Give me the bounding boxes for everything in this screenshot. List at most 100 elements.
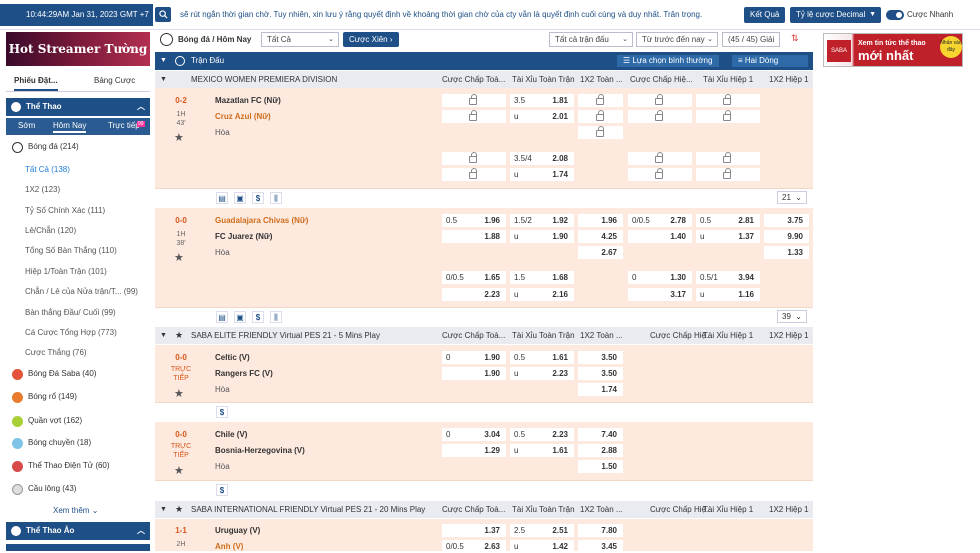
- news-ad-banner[interactable]: SABA Xem tin tức thể thao mới nhất Nhấn …: [823, 33, 963, 67]
- odds-cell[interactable]: 1.5/2 1.92: [510, 214, 574, 227]
- odds-cell[interactable]: [696, 110, 760, 123]
- odds-cell[interactable]: 1.88: [442, 230, 506, 243]
- odds-cell[interactable]: [628, 168, 692, 181]
- odds-cell[interactable]: 0/0.5 2.63: [442, 540, 506, 553]
- odds-cell[interactable]: 0 3.04: [442, 428, 506, 441]
- sub-item-all[interactable]: Tất Cả (138): [25, 165, 70, 174]
- odds-cell[interactable]: [442, 168, 506, 181]
- sub-item-correct-score[interactable]: Tỷ Số Chính Xác (111): [25, 206, 105, 215]
- favorite-star-icon[interactable]: ★: [174, 387, 184, 400]
- parlay-button[interactable]: Cược Xiên ›: [343, 32, 399, 47]
- collapse-all-icon[interactable]: ▼: [160, 52, 167, 70]
- odds-cell[interactable]: [442, 110, 506, 123]
- odds-format-select[interactable]: Tỷ lệ cược Decimal ▼: [790, 7, 881, 23]
- stats-icon[interactable]: ▤: [216, 192, 228, 204]
- odds-cell[interactable]: 2.67: [578, 246, 623, 259]
- cashout-icon[interactable]: $: [216, 406, 228, 418]
- live-tracker-icon[interactable]: ▣: [234, 311, 246, 323]
- odds-cell[interactable]: 1.33: [764, 246, 809, 259]
- odds-cell[interactable]: 9.90: [764, 230, 809, 243]
- favorite-star-icon[interactable]: ★: [175, 327, 183, 344]
- sub-item-outright[interactable]: Cược Thắng (76): [25, 348, 87, 357]
- odds-cell[interactable]: [696, 152, 760, 165]
- cashout-icon[interactable]: $: [252, 311, 264, 323]
- odds-cell[interactable]: 3.17: [628, 288, 692, 301]
- odds-cell[interactable]: [628, 110, 692, 123]
- odds-cell[interactable]: 0.5/1 3.94: [696, 271, 760, 284]
- option-select[interactable]: ☰ Lựa chọn bình thường: [617, 55, 719, 67]
- odds-cell[interactable]: 3.5/4 2.08: [510, 152, 574, 165]
- odds-cell[interactable]: u 2.16: [510, 288, 574, 301]
- odds-cell[interactable]: u 1.37: [696, 230, 760, 243]
- odds-cell[interactable]: u 1.16: [696, 288, 760, 301]
- sidebar-item-tennis[interactable]: Quần vợt (162): [6, 411, 150, 431]
- tab-bet-list[interactable]: Bảng Cược: [94, 76, 135, 85]
- odds-cell[interactable]: [442, 152, 506, 165]
- odds-cell[interactable]: u 1.42: [510, 540, 574, 553]
- stats-icon[interactable]: ▤: [216, 311, 228, 323]
- odds-cell[interactable]: 3.50: [578, 367, 623, 380]
- line-select[interactable]: ≡ Hai Dòng: [732, 55, 808, 67]
- see-more-link[interactable]: Xem thêm ⌄: [53, 506, 98, 515]
- odds-cell[interactable]: [696, 94, 760, 107]
- settings-icon[interactable]: ⇅: [791, 33, 799, 44]
- sub-item-first-last-goal[interactable]: Bàn thắng Đầu/ Cuối (99): [25, 308, 116, 317]
- odds-cell[interactable]: u 2.01: [510, 110, 574, 123]
- results-button[interactable]: Kết Quả: [744, 7, 786, 23]
- odds-cell[interactable]: u 1.74: [510, 168, 574, 181]
- market-select[interactable]: Tất Cả ⌄: [261, 32, 339, 47]
- sub-item-half-odd-even[interactable]: Chẵn / Lẻ của Nửa trận/T... (99): [25, 287, 138, 296]
- sidebar-item-badminton[interactable]: Cầu lông (43): [6, 479, 150, 499]
- odds-cell[interactable]: 2.5 2.51: [510, 524, 574, 537]
- odds-cell[interactable]: 3.45: [578, 540, 623, 553]
- cashout-icon[interactable]: $: [252, 192, 264, 204]
- collapse-icon[interactable]: ▼: [160, 71, 167, 88]
- match-filter-select[interactable]: Tất cả trận đấu ⌄: [549, 32, 633, 47]
- odds-cell[interactable]: [578, 94, 623, 107]
- cashout-icon[interactable]: $: [216, 484, 228, 496]
- sub-item-outright-mix[interactable]: Cá Cược Tổng Hợp (773): [25, 328, 117, 337]
- streamer-banner[interactable]: Hot Streamer Tường Thuật: [6, 32, 150, 90]
- league-header[interactable]: ▼ MEXICO WOMEN PREMIERA DIVISION Cược Ch…: [155, 71, 813, 88]
- odds-cell[interactable]: 1.90: [442, 367, 506, 380]
- tab-live[interactable]: Trực tiếp: [108, 121, 140, 130]
- virtual-sports-header[interactable]: Thể Thao Ảo ︿: [6, 522, 150, 540]
- league-header[interactable]: ▼ ★ SABA ELITE FRIENDLY Virtual PES 21 -…: [155, 327, 813, 344]
- odds-cell[interactable]: [442, 94, 506, 107]
- odds-cell[interactable]: 0.5 1.96: [442, 214, 506, 227]
- favorite-star-icon[interactable]: ★: [174, 131, 184, 144]
- odds-cell[interactable]: [578, 110, 623, 123]
- odds-cell[interactable]: 3.5 1.81: [510, 94, 574, 107]
- sidebar-item-volleyball[interactable]: Bóng chuyền (18): [6, 433, 150, 453]
- odds-cell[interactable]: 0 1.30: [628, 271, 692, 284]
- chart-icon[interactable]: ⫼: [270, 311, 282, 323]
- sub-item-odd-even[interactable]: Lẻ/Chẵn (120): [25, 226, 76, 235]
- odds-cell[interactable]: u 2.23: [510, 367, 574, 380]
- sports-section-header[interactable]: Thể Thao ︿: [6, 98, 150, 116]
- tab-bet-slip[interactable]: Phiếu Đặt...: [14, 76, 58, 91]
- odds-cell[interactable]: u 1.61: [510, 444, 574, 457]
- odds-cell[interactable]: 0.5 2.81: [696, 214, 760, 227]
- odds-cell[interactable]: u 1.90: [510, 230, 574, 243]
- odds-cell[interactable]: 0 1.90: [442, 351, 506, 364]
- sidebar-item-football[interactable]: Bóng đá (214): [6, 137, 150, 157]
- odds-cell[interactable]: 0.5 2.23: [510, 428, 574, 441]
- favorite-star-icon[interactable]: ★: [175, 501, 183, 518]
- sidebar-item-basketball[interactable]: Bóng rổ (149): [6, 387, 150, 407]
- live-tracker-icon[interactable]: ▣: [234, 192, 246, 204]
- sub-item-half-full[interactable]: Hiệp 1/Toàn Trận (101): [25, 267, 107, 276]
- odds-cell[interactable]: 1.29: [442, 444, 506, 457]
- odds-cell[interactable]: 3.75: [764, 214, 809, 227]
- search-button[interactable]: [155, 7, 171, 22]
- odds-cell[interactable]: 1.50: [578, 460, 623, 473]
- collapse-icon[interactable]: ▼: [160, 501, 167, 518]
- odds-cell[interactable]: 7.40: [578, 428, 623, 441]
- sub-item-total-goals[interactable]: Tổng Số Bàn Thắng (110): [25, 246, 117, 255]
- odds-cell[interactable]: 1.40: [628, 230, 692, 243]
- tab-early[interactable]: Sớm: [18, 121, 35, 130]
- odds-cell[interactable]: [628, 94, 692, 107]
- odds-cell[interactable]: 3.50: [578, 351, 623, 364]
- more-markets-button[interactable]: 39 ⌄: [777, 310, 807, 323]
- odds-cell[interactable]: 1.5 1.68: [510, 271, 574, 284]
- collapse-icon[interactable]: ▼: [160, 327, 167, 344]
